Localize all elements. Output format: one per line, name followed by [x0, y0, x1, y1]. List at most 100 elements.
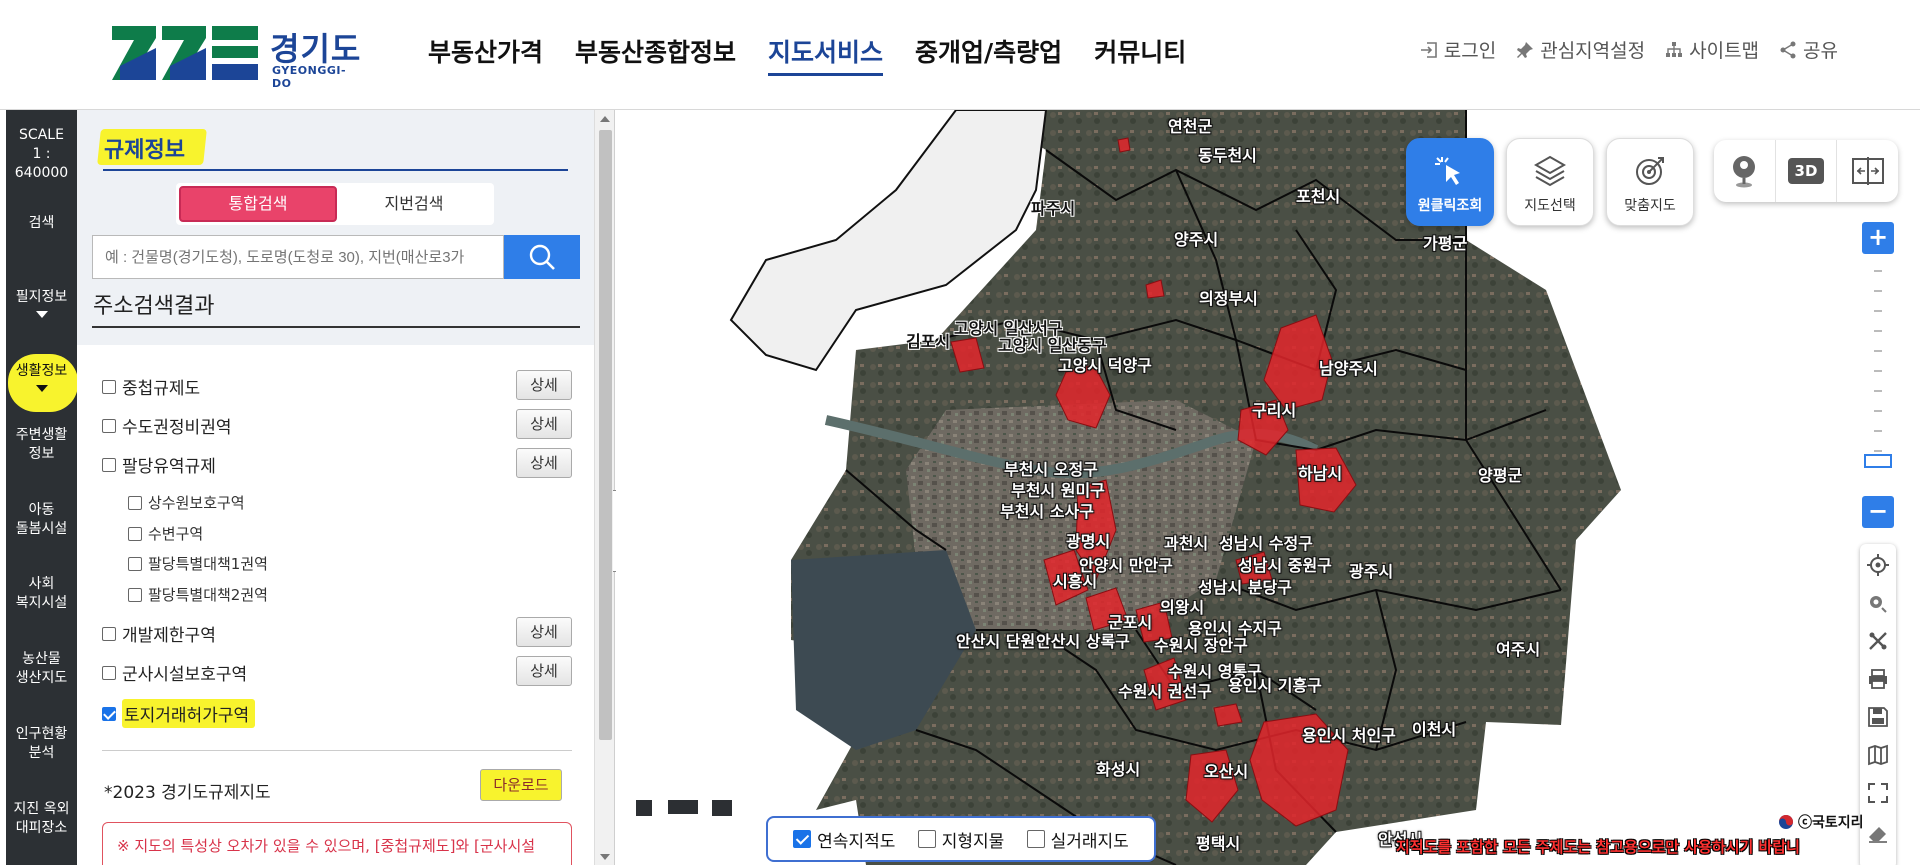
map-district-label: 부천시 소사구: [1000, 502, 1094, 521]
zoom-in-button[interactable]: +: [1862, 222, 1894, 254]
checkbox[interactable]: [128, 556, 142, 571]
checkbox-greenbelt[interactable]: 개발제한구역: [102, 621, 216, 646]
fullscreen-icon: [1868, 783, 1888, 803]
print-button[interactable]: [1860, 660, 1896, 698]
map-district-label: 이천시: [1412, 720, 1457, 739]
map-index-button[interactable]: [1860, 736, 1896, 774]
checkbox[interactable]: [128, 526, 142, 541]
checkbox[interactable]: [128, 587, 142, 602]
checkbox[interactable]: [1026, 830, 1045, 848]
search-input[interactable]: [92, 235, 504, 279]
checkbox-capital-region[interactable]: 수도권정비권역: [102, 413, 231, 438]
checkbox[interactable]: [102, 457, 116, 472]
download-button[interactable]: 다운로드: [480, 769, 562, 801]
tab-integrated-search[interactable]: 통합검색: [179, 186, 337, 222]
checkbox-paldang-basin[interactable]: 팔당유역규제: [102, 452, 216, 477]
list-item: 팔당유역규제 상세: [102, 448, 572, 478]
layer-label: 실거래지도: [1050, 831, 1129, 852]
taegeuk-icon: [1779, 815, 1793, 829]
checkbox[interactable]: [917, 830, 936, 848]
layer-transaction-toggle[interactable]: 실거래지도: [1026, 827, 1129, 852]
rail-welfare[interactable]: 사회 복지시설: [6, 575, 77, 613]
checkbox-checked[interactable]: [793, 830, 812, 848]
layer-cadastral-toggle[interactable]: 연속지적도: [793, 827, 895, 852]
split-view-button[interactable]: [1837, 140, 1898, 202]
gyeonggi-logo[interactable]: 경기도 GYEONGGI-DO: [112, 24, 362, 90]
location-search-button[interactable]: [1860, 584, 1896, 622]
scroll-down-icon[interactable]: [600, 854, 610, 860]
search-button[interactable]: [504, 235, 580, 279]
zoom-out-button[interactable]: −: [1862, 496, 1894, 528]
interest-area-label: 관심지역설정: [1540, 40, 1646, 62]
rail-population[interactable]: 인구현황 분석: [6, 725, 77, 763]
detail-button[interactable]: 상세: [516, 409, 572, 439]
checkbox-checked[interactable]: [102, 706, 116, 721]
map-district-label: 구리시: [1252, 401, 1297, 420]
login-link[interactable]: 로그인: [1420, 36, 1496, 63]
checkbox[interactable]: [102, 379, 116, 394]
checkbox[interactable]: [102, 626, 116, 641]
result-title: 주소검색결과: [93, 294, 215, 319]
my-location-button[interactable]: [1860, 546, 1896, 584]
map-district-label: 안양시 만안구: [1079, 556, 1173, 575]
detail-button[interactable]: 상세: [516, 617, 572, 647]
measure-button[interactable]: [1860, 622, 1896, 660]
checkbox-paldang-zone-2[interactable]: 팔당특별대책2권역: [128, 584, 268, 605]
panel-scrollbar[interactable]: [594, 110, 614, 865]
eraser-icon: [1869, 827, 1887, 843]
one-click-query-button[interactable]: 원클릭조회: [1406, 138, 1494, 226]
checkbox-riparian[interactable]: 수변구역: [128, 523, 203, 544]
scroll-thumb[interactable]: [599, 130, 612, 740]
rail-parcel-info[interactable]: 필지정보: [6, 288, 77, 318]
nav-real-estate-price[interactable]: 부동산가격: [428, 34, 543, 74]
nav-community[interactable]: 커뮤니티: [1094, 34, 1186, 74]
layer-terrain-toggle[interactable]: 지형지물: [917, 827, 1004, 852]
checkbox[interactable]: [102, 418, 116, 433]
nav-brokerage-survey[interactable]: 중개업/측량업: [915, 34, 1062, 74]
checkbox-paldang-zone-1[interactable]: 팔당특별대책1권역: [128, 553, 268, 574]
checkbox[interactable]: [102, 665, 116, 680]
map-district-label: 양주시: [1174, 230, 1219, 249]
checkbox-military-zone[interactable]: 군사시설보호구역: [102, 660, 247, 685]
share-link[interactable]: 공유: [1779, 36, 1838, 63]
interest-area-link[interactable]: 관심지역설정: [1516, 36, 1645, 63]
checkbox[interactable]: [128, 495, 142, 510]
login-icon: [1420, 41, 1437, 58]
rail-search[interactable]: 검색: [6, 214, 77, 233]
sitemap-link[interactable]: 사이트맵: [1665, 36, 1759, 63]
click-cursor-icon: [1435, 157, 1460, 185]
rail-farm-products[interactable]: 농산물 생산지도: [6, 650, 77, 688]
map-district-label: 가평군: [1423, 234, 1468, 253]
detail-button[interactable]: 상세: [516, 448, 572, 478]
3d-view-button[interactable]: 3D: [1776, 140, 1838, 202]
checkbox-nested-regulation[interactable]: 중첩규제도: [102, 374, 200, 399]
fullscreen-button[interactable]: [1860, 774, 1896, 812]
map-view[interactable]: 연천군 동두천시 포천시 파주시 양주시 가평군 의정부시 고양시 일산서구 고…: [616, 110, 1920, 865]
tab-lot-number-search[interactable]: 지번검색: [337, 186, 491, 222]
zoom-slider-handle[interactable]: [1864, 454, 1892, 468]
rail-childcare[interactable]: 아동 돌봄시설: [6, 501, 77, 539]
rail-earthquake-shelter[interactable]: 지진 옥외 대피장소: [6, 800, 77, 838]
checkbox-land-transaction-permit[interactable]: 토지거래허가구역: [102, 699, 256, 728]
street-view-button[interactable]: [1714, 140, 1776, 202]
detail-button[interactable]: 상세: [516, 370, 572, 400]
map-district-label: 수원시 장안구: [1154, 636, 1248, 655]
nav-map-service[interactable]: 지도서비스: [768, 34, 884, 76]
nav-real-estate-info[interactable]: 부동산종합정보: [575, 34, 736, 74]
scroll-up-icon[interactable]: [600, 116, 610, 122]
eraser-button[interactable]: [1860, 814, 1896, 852]
list-item-label: 팔당특별대책1권역: [148, 555, 268, 573]
map-district-label: 평택시: [1196, 834, 1241, 853]
map-select-button[interactable]: 지도선택: [1506, 138, 1594, 226]
detail-button[interactable]: 상세: [516, 656, 572, 686]
rail-nearby-info[interactable]: 주변생활 정보: [6, 426, 77, 464]
rail-life-info[interactable]: 생활정보: [6, 362, 77, 392]
custom-map-button[interactable]: 맞춤지도: [1606, 138, 1694, 226]
save-button[interactable]: [1860, 698, 1896, 736]
map-canvas[interactable]: [616, 110, 1920, 865]
checkbox-water-source[interactable]: 상수원보호구역: [128, 492, 245, 513]
map-district-label: 김포시: [906, 332, 951, 351]
map-district-label: 광명시: [1066, 532, 1111, 551]
view-mode-group: 3D: [1714, 140, 1898, 202]
one-click-query-label: 원클릭조회: [1417, 198, 1483, 214]
